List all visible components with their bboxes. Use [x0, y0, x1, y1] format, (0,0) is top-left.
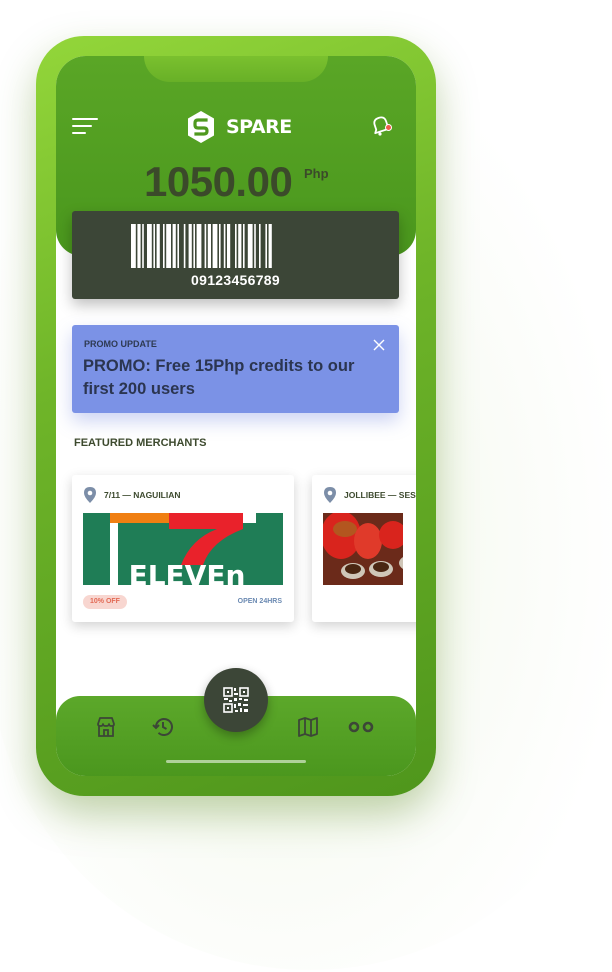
home-indicator	[166, 760, 306, 763]
barcode-bar	[183, 224, 186, 268]
barcode-bar	[193, 224, 195, 268]
more-icon[interactable]	[348, 716, 374, 738]
store-icon[interactable]	[95, 716, 117, 738]
merchant-image	[323, 513, 416, 585]
barcode-bar	[265, 224, 267, 268]
location-pin-icon	[324, 487, 336, 503]
map-icon[interactable]	[297, 716, 319, 738]
barcode-bar	[219, 224, 221, 268]
barcode-bar	[131, 224, 136, 268]
brand-logo: SPARE	[188, 110, 292, 144]
location-pin-icon	[84, 487, 96, 503]
barcode-bar	[259, 224, 261, 268]
barcode-bar	[188, 224, 192, 268]
barcode-number: 09123456789	[191, 272, 280, 288]
phone-frame: SPARE 1050.00 Php 09123456789 PROMO UPDA…	[36, 36, 436, 796]
barcode-bar	[243, 224, 245, 268]
merchant-logo-text: ELEVEn	[129, 559, 246, 585]
merchant-card[interactable]: 7/11 — NAGUILIAN ELEVEn 10% OFF OPEN 24H…	[72, 475, 294, 622]
barcode-bar	[153, 224, 155, 268]
store-hours: OPEN 24HRS	[237, 598, 282, 605]
barcode-bar	[177, 224, 179, 268]
barcode-bar	[172, 224, 176, 268]
discount-badge: 10% OFF	[83, 595, 127, 609]
merchant-name: JOLLIBEE — SESSION	[344, 490, 416, 500]
brand-name: SPARE	[226, 116, 292, 138]
merchant-image: ELEVEn	[83, 513, 283, 585]
barcode-bar	[254, 224, 256, 268]
spare-logo-icon	[188, 111, 214, 143]
barcode-bar	[268, 224, 272, 268]
merchant-name: 7/11 — NAGUILIAN	[104, 490, 181, 500]
barcode-bar	[163, 224, 165, 268]
barcode-bar	[212, 224, 218, 268]
barcode-card[interactable]: 09123456789	[72, 211, 399, 299]
currency-label: Php	[304, 166, 329, 181]
barcode-bar	[156, 224, 160, 268]
barcode-bar	[142, 224, 144, 268]
merchant-card[interactable]: JOLLIBEE — SESSION	[312, 475, 416, 622]
barcode-bar	[166, 224, 171, 268]
barcode-bar	[196, 224, 202, 268]
phone-notch	[144, 56, 328, 82]
wallet-balance: 1050.00	[144, 158, 293, 205]
promo-kicker: PROMO UPDATE	[84, 339, 157, 349]
close-icon[interactable]	[373, 339, 385, 351]
qr-code-icon	[223, 687, 249, 713]
history-icon[interactable]	[152, 716, 174, 738]
barcode-bar	[147, 224, 152, 268]
section-title: FEATURED MERCHANTS	[74, 437, 207, 449]
barcode-bar	[227, 224, 231, 268]
menu-icon[interactable]	[72, 118, 98, 134]
barcode-image	[131, 224, 272, 268]
app-screen: SPARE 1050.00 Php 09123456789 PROMO UPDA…	[56, 56, 416, 776]
notification-bell-icon[interactable]	[369, 113, 393, 137]
promo-banner[interactable]: PROMO UPDATE PROMO: Free 15Php credits t…	[72, 325, 399, 413]
qr-scan-button[interactable]	[204, 668, 268, 732]
barcode-bar	[207, 224, 211, 268]
barcode-bar	[235, 224, 237, 268]
barcode-bar	[238, 224, 242, 268]
barcode-bar	[247, 224, 253, 268]
barcode-bar	[223, 224, 226, 268]
promo-message: PROMO: Free 15Php credits to our first 2…	[83, 357, 355, 398]
barcode-bar	[137, 224, 141, 268]
barcode-bar	[204, 224, 207, 268]
